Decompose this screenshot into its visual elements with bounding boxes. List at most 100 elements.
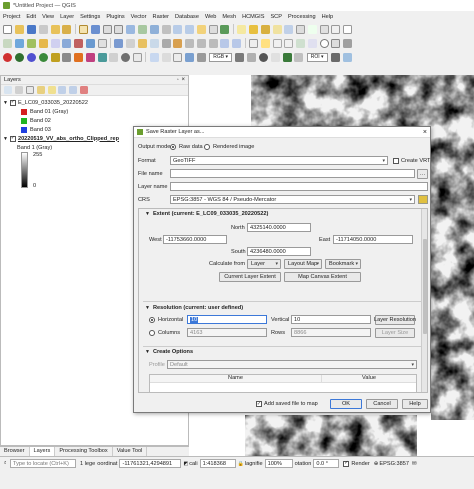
zoom-to-selection-icon[interactable]	[137, 24, 147, 34]
tab-browser[interactable]: Browser	[0, 447, 30, 456]
render-checkbox[interactable]: ✓	[343, 460, 350, 467]
save-edits-icon[interactable]	[137, 38, 147, 48]
scp-band-calc-icon[interactable]	[85, 52, 95, 62]
measure-icon[interactable]	[319, 24, 329, 34]
zoom-native-icon[interactable]	[161, 24, 171, 34]
annotation-icon[interactable]	[331, 24, 341, 34]
select-features-icon[interactable]	[249, 24, 259, 34]
name-column-header[interactable]: Name	[150, 375, 322, 382]
zoom-next-icon[interactable]	[185, 24, 195, 34]
open-project-icon[interactable]	[15, 24, 25, 34]
copy-features-icon[interactable]	[196, 38, 206, 48]
scp-preview-icon[interactable]	[161, 52, 171, 62]
scp-icon[interactable]	[3, 52, 13, 62]
menu-project[interactable]: Project	[0, 14, 23, 20]
coordinate-field[interactable]: -11761321,4294891	[119, 459, 182, 468]
locator-search-input[interactable]: Type to locate (Ctrl+K)	[10, 459, 76, 468]
expand-all-icon[interactable]	[58, 86, 67, 94]
raw-data-radio[interactable]	[170, 144, 176, 150]
menu-mesh[interactable]: Mesh	[219, 14, 239, 20]
add-mesh-icon[interactable]	[97, 38, 107, 48]
rows-input[interactable]: 8866	[291, 328, 371, 337]
menu-edit[interactable]: Edit	[23, 14, 39, 20]
pin-label-icon[interactable]	[272, 38, 282, 48]
scp-display-icon[interactable]	[149, 52, 159, 62]
rgb-combo[interactable]: RGB ▾	[209, 52, 233, 62]
add-delimited-text-icon[interactable]	[38, 38, 48, 48]
label-tool-icon[interactable]	[260, 38, 270, 48]
menu-plugins[interactable]: Plugins	[103, 14, 127, 20]
resolution-group-header[interactable]: ▼ Resolution (current: user defined)	[145, 305, 243, 311]
add-spatialite-icon[interactable]	[50, 38, 60, 48]
expand-arrow-icon[interactable]: ▼	[3, 136, 8, 142]
paste-features-icon[interactable]	[208, 38, 218, 48]
add-postgis-icon[interactable]	[62, 38, 72, 48]
layout-map-button[interactable]: Layout Map	[284, 259, 322, 269]
deselect-icon[interactable]	[272, 24, 282, 34]
add-to-map-checkbox[interactable]: ✓	[256, 401, 262, 407]
menu-view[interactable]: View	[39, 14, 57, 20]
save-project-icon[interactable]	[26, 24, 36, 34]
close-panel-icon[interactable]: ×	[181, 77, 185, 83]
python-console-icon[interactable]	[319, 38, 329, 48]
layer-size-button[interactable]: Layer Size	[375, 328, 415, 338]
toolbox-icon[interactable]	[296, 24, 306, 34]
scp-input-icon[interactable]	[132, 52, 142, 62]
rendered-image-radio[interactable]	[204, 144, 210, 150]
scale-combo[interactable]: 1:418368	[199, 459, 236, 468]
add-raster-layer-icon[interactable]	[26, 38, 36, 48]
create-options-header[interactable]: ▼ Create Options	[145, 349, 193, 355]
east-input[interactable]: -11714050.0000	[333, 235, 413, 244]
horizontal-input[interactable]: 10	[187, 315, 267, 324]
scp-histogram-icon[interactable]	[247, 52, 257, 62]
pencil-icon[interactable]	[126, 38, 136, 48]
scp-stretch-icon[interactable]	[196, 52, 206, 62]
scp-rgb-icon[interactable]	[235, 52, 245, 62]
profile-combo[interactable]: Default	[167, 360, 417, 369]
scp-pointer-icon[interactable]	[258, 52, 268, 62]
scrollbar-thumb[interactable]	[423, 239, 427, 334]
select-by-value-icon[interactable]	[260, 24, 270, 34]
bookmark-button[interactable]: Bookmark	[325, 259, 361, 269]
field-calculator-icon[interactable]	[284, 24, 294, 34]
map-canvas-extent-button[interactable]: Map Canvas Extent	[284, 272, 361, 282]
file-name-input[interactable]	[170, 169, 415, 178]
zoom-to-layer-icon[interactable]	[149, 24, 159, 34]
cancel-button[interactable]: Cancel	[366, 399, 398, 409]
menu-hcmgis[interactable]: HCMGIS	[239, 14, 267, 20]
tab-layers[interactable]: Layers	[29, 447, 56, 456]
scp-band-set-icon[interactable]	[15, 52, 25, 62]
columns-input[interactable]: 4163	[187, 328, 267, 337]
tab-value-tool[interactable]: Value Tool	[113, 447, 148, 456]
search-plugin-icon[interactable]	[343, 38, 353, 48]
menu-help[interactable]: Help	[319, 14, 337, 20]
statistics-icon[interactable]	[307, 24, 317, 34]
zoom-out-icon[interactable]	[114, 24, 124, 34]
scp-zoom-icon[interactable]	[121, 52, 131, 62]
format-combo[interactable]: GeoTIFF	[170, 156, 388, 165]
scp-roi-icon[interactable]	[270, 52, 280, 62]
dialog-close-icon[interactable]: ×	[423, 129, 427, 136]
scp-refresh-icon[interactable]	[185, 52, 195, 62]
scp-region-icon[interactable]	[282, 52, 292, 62]
add-group-icon[interactable]	[15, 86, 24, 94]
new-print-layout-icon[interactable]	[50, 24, 60, 34]
menu-vector[interactable]: Vector	[128, 14, 150, 20]
zoom-last-icon[interactable]	[173, 24, 183, 34]
layer-button[interactable]: Layer	[247, 259, 281, 269]
north-input[interactable]: 4325140.0000	[247, 223, 311, 232]
menu-scp[interactable]: SCP	[267, 14, 285, 20]
plugin-icon[interactable]	[331, 38, 341, 48]
delete-selected-icon[interactable]	[173, 38, 183, 48]
layout-manager-icon[interactable]	[62, 24, 72, 34]
text-annotation-icon[interactable]	[343, 24, 353, 34]
extent-group-header[interactable]: ▼ Extent (current: E_LC09_033035_20220522…	[145, 211, 268, 217]
west-input[interactable]: -11753660.0000	[163, 235, 227, 244]
redo-icon[interactable]	[232, 38, 242, 48]
collapse-all-icon[interactable]	[69, 86, 78, 94]
menu-database[interactable]: Database	[172, 14, 202, 20]
add-oracle-icon[interactable]	[74, 38, 84, 48]
messages-icon[interactable]: ✉	[412, 461, 417, 467]
crs-icon[interactable]: ⊕	[374, 461, 379, 467]
value-column-header[interactable]: Value	[322, 375, 416, 382]
